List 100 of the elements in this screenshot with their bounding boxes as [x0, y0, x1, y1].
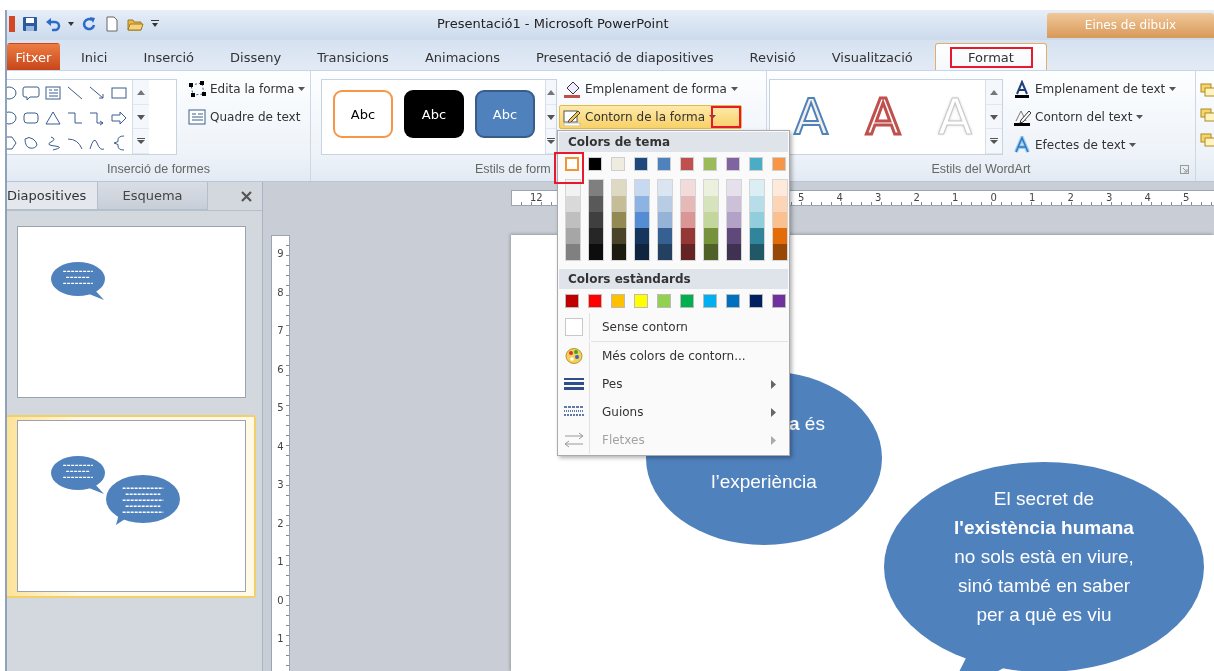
- wordart-style-preview[interactable]: A: [858, 82, 908, 152]
- color-swatch[interactable]: [704, 212, 718, 228]
- color-swatch[interactable]: [703, 157, 717, 171]
- color-swatch[interactable]: [680, 157, 694, 171]
- pane-tab[interactable]: Diapositives: [7, 182, 98, 210]
- color-swatch[interactable]: [634, 157, 648, 171]
- color-swatch[interactable]: [726, 157, 740, 171]
- shape-style-preview[interactable]: Abc: [404, 90, 464, 138]
- ribbon-button[interactable]: Contorn del text: [1009, 105, 1181, 129]
- color-swatch[interactable]: [726, 294, 740, 308]
- color-swatch[interactable]: [773, 244, 787, 260]
- scroll-down-button[interactable]: [133, 104, 149, 130]
- color-swatch[interactable]: [566, 196, 580, 212]
- color-swatch[interactable]: [635, 212, 649, 228]
- color-swatch[interactable]: [703, 294, 717, 308]
- color-swatch[interactable]: [681, 212, 695, 228]
- color-swatch[interactable]: [658, 196, 672, 212]
- color-swatch[interactable]: [750, 244, 764, 260]
- color-swatch[interactable]: [565, 157, 579, 171]
- gallery-more-button[interactable]: [546, 129, 556, 154]
- color-swatch[interactable]: [704, 180, 718, 196]
- color-swatch[interactable]: [727, 180, 741, 196]
- color-swatch[interactable]: [566, 244, 580, 260]
- color-swatch[interactable]: [589, 228, 603, 244]
- scroll-up-button[interactable]: [133, 80, 149, 105]
- shape-style-preview[interactable]: Abc: [333, 90, 393, 138]
- ribbon-tab[interactable]: Presentació de diapositives: [518, 43, 732, 70]
- color-swatch[interactable]: [635, 180, 649, 196]
- ribbon-tab[interactable]: Format: [935, 43, 1047, 70]
- gallery-more-button[interactable]: [986, 129, 1002, 154]
- color-swatch[interactable]: [657, 157, 671, 171]
- ribbon-tab[interactable]: Revisió: [731, 43, 814, 70]
- color-swatch[interactable]: [749, 157, 763, 171]
- ribbon-button[interactable]: Emplenament de text: [1009, 77, 1181, 101]
- color-swatch[interactable]: [611, 157, 625, 171]
- color-swatch[interactable]: [727, 196, 741, 212]
- color-swatch[interactable]: [612, 196, 626, 212]
- ribbon-tab[interactable]: Transicions: [299, 43, 407, 70]
- color-swatch[interactable]: [635, 196, 649, 212]
- color-swatch[interactable]: [681, 180, 695, 196]
- color-swatch[interactable]: [750, 196, 764, 212]
- scroll-down-button[interactable]: [546, 104, 556, 130]
- color-swatch[interactable]: [704, 244, 718, 260]
- color-swatch[interactable]: [773, 212, 787, 228]
- pane-tab[interactable]: Esquema: [98, 182, 208, 210]
- ribbon-tab[interactable]: Inici: [63, 43, 126, 70]
- color-swatch[interactable]: [589, 196, 603, 212]
- color-swatch[interactable]: [680, 294, 694, 308]
- color-swatch[interactable]: [634, 294, 648, 308]
- color-swatch[interactable]: [750, 228, 764, 244]
- color-swatch[interactable]: [658, 180, 672, 196]
- color-swatch[interactable]: [612, 244, 626, 260]
- ribbon-tab[interactable]: Disseny: [212, 43, 300, 70]
- scroll-up-button[interactable]: [546, 80, 556, 105]
- color-swatch[interactable]: [681, 196, 695, 212]
- ribbon-tab[interactable]: Fitxer: [7, 43, 60, 70]
- color-swatch[interactable]: [773, 196, 787, 212]
- color-swatch[interactable]: [612, 228, 626, 244]
- color-swatch[interactable]: [635, 228, 649, 244]
- color-swatch[interactable]: [727, 212, 741, 228]
- color-swatch[interactable]: [704, 196, 718, 212]
- color-swatch[interactable]: [658, 228, 672, 244]
- color-swatch[interactable]: [589, 244, 603, 260]
- color-swatch[interactable]: [727, 228, 741, 244]
- menu-item[interactable]: Pes: [559, 370, 788, 398]
- shape-style-preview[interactable]: Abc: [475, 90, 535, 138]
- color-swatch[interactable]: [658, 244, 672, 260]
- ribbon-button[interactable]: Efectes de text: [1009, 133, 1181, 157]
- color-swatch[interactable]: [681, 228, 695, 244]
- color-swatch[interactable]: [657, 294, 671, 308]
- ribbon-button[interactable]: Quadre de text: [184, 105, 310, 129]
- ribbon-button[interactable]: Contorn de la forma: [559, 105, 742, 129]
- ribbon-tab[interactable]: Animacions: [406, 43, 518, 70]
- color-swatch[interactable]: [589, 212, 603, 228]
- scroll-up-button[interactable]: [986, 80, 1002, 105]
- color-swatch[interactable]: [635, 244, 649, 260]
- color-swatch[interactable]: [612, 212, 626, 228]
- color-swatch[interactable]: [566, 212, 580, 228]
- color-swatch[interactable]: [566, 228, 580, 244]
- ribbon-tab[interactable]: Visualització: [813, 43, 931, 70]
- color-swatch[interactable]: [772, 157, 786, 171]
- menu-item[interactable]: Guions: [559, 398, 788, 426]
- color-swatch[interactable]: [773, 228, 787, 244]
- color-swatch[interactable]: [588, 294, 602, 308]
- color-swatch[interactable]: [681, 244, 695, 260]
- color-swatch[interactable]: [750, 212, 764, 228]
- gallery-more-button[interactable]: [133, 129, 149, 154]
- ribbon-button[interactable]: Edita la forma: [184, 77, 310, 101]
- ribbon-button[interactable]: Emplenament de forma: [559, 77, 742, 101]
- menu-item[interactable]: Més colors de contorn...: [559, 342, 788, 370]
- color-swatch[interactable]: [658, 212, 672, 228]
- color-swatch[interactable]: [565, 294, 579, 308]
- color-swatch[interactable]: [749, 294, 763, 308]
- color-swatch[interactable]: [589, 180, 603, 196]
- color-swatch[interactable]: [588, 157, 602, 171]
- scroll-down-button[interactable]: [986, 104, 1002, 130]
- color-swatch[interactable]: [772, 294, 786, 308]
- color-swatch[interactable]: [612, 180, 626, 196]
- color-swatch[interactable]: [727, 244, 741, 260]
- color-swatch[interactable]: [611, 294, 625, 308]
